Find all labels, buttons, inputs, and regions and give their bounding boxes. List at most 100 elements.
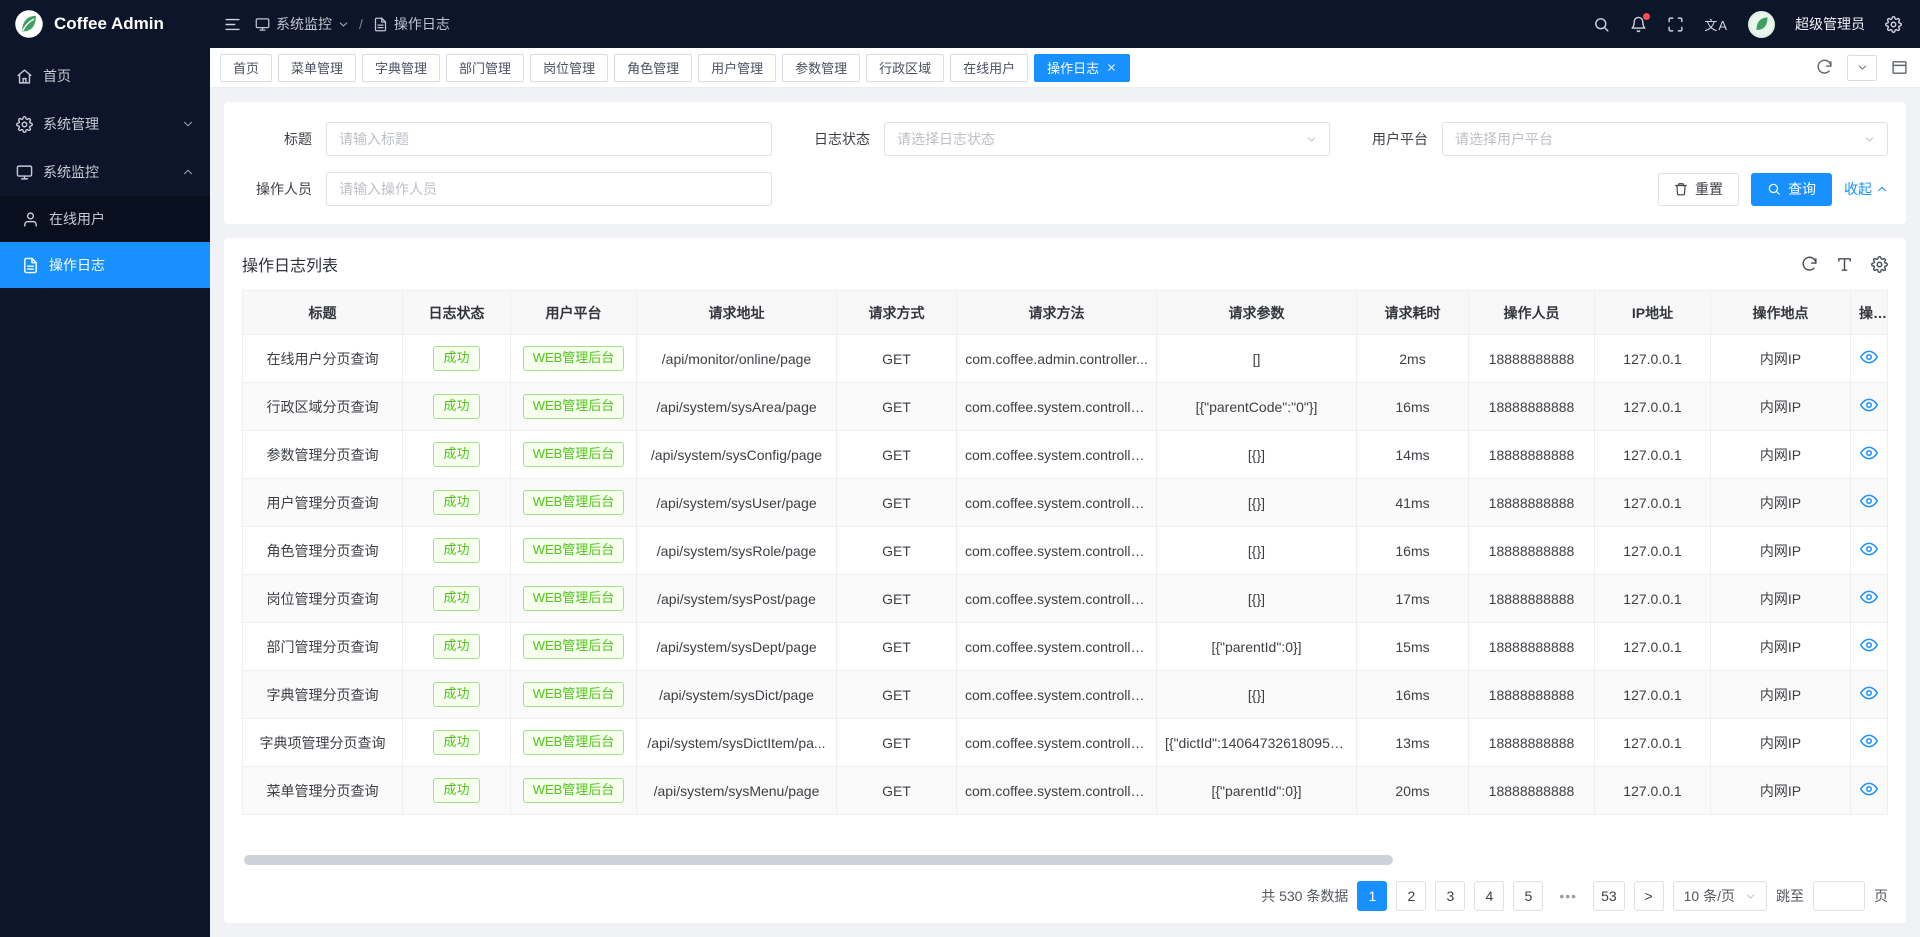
avatar[interactable] (1748, 11, 1775, 38)
refresh-tab-icon[interactable] (1816, 59, 1833, 76)
view-detail-icon[interactable] (1860, 444, 1878, 462)
cell-request-url: /api/system/sysPost/page (637, 575, 837, 623)
tab-area-manage[interactable]: 行政区域 (866, 54, 944, 82)
jump-page-input[interactable] (1813, 881, 1865, 911)
cell-title: 在线用户分页查询 (243, 335, 403, 383)
sidebar-item-system-manage[interactable]: 系统管理 (0, 100, 210, 148)
page-ellipsis: ••• (1552, 881, 1584, 911)
settings-gear-icon[interactable] (1885, 16, 1902, 33)
status-tag: 成功 (433, 682, 479, 706)
page-button-3[interactable]: 3 (1435, 881, 1465, 911)
cell-request-method: GET (837, 527, 957, 575)
cell-request-method: GET (837, 575, 957, 623)
table-row: 菜单管理分页查询成功WEB管理后台/api/system/sysMenu/pag… (243, 767, 1888, 815)
breadcrumb-item-operation-log[interactable]: 操作日志 (373, 14, 450, 34)
notifications-button[interactable] (1630, 16, 1647, 33)
sidebar-item-home[interactable]: 首页 (0, 52, 210, 100)
search-icon[interactable] (1593, 16, 1610, 33)
cell-request-params: [{}] (1157, 527, 1357, 575)
user-platform-select[interactable]: 请选择用户平台 (1442, 122, 1888, 156)
tab-user-manage[interactable]: 用户管理 (698, 54, 776, 82)
view-detail-icon[interactable] (1860, 396, 1878, 414)
collapse-filter-button[interactable]: 收起 (1844, 179, 1888, 199)
page-button-4[interactable]: 4 (1474, 881, 1504, 911)
search-button[interactable]: 查询 (1751, 173, 1832, 206)
page-button-5[interactable]: 5 (1513, 881, 1543, 911)
content-fullscreen-icon[interactable] (1891, 59, 1908, 76)
tab-dict-manage[interactable]: 字典管理 (362, 54, 440, 82)
app-logo[interactable]: Coffee Admin (0, 0, 210, 48)
page-size-select[interactable]: 10 条/页 (1673, 881, 1767, 911)
view-detail-icon[interactable] (1860, 780, 1878, 798)
content: 标题 日志状态 请选择日志状态 用户平台 请选择用户平台 (210, 88, 1920, 937)
view-detail-icon[interactable] (1860, 684, 1878, 702)
tab-dept-manage[interactable]: 部门管理 (446, 54, 524, 82)
breadcrumb-item-system-monitor[interactable]: 系统监控 (255, 14, 349, 34)
username[interactable]: 超级管理员 (1795, 14, 1865, 34)
chevron-down-icon (1745, 891, 1756, 902)
operator-input[interactable] (326, 172, 772, 206)
refresh-table-icon[interactable] (1801, 256, 1818, 273)
page-button-1[interactable]: 1 (1357, 881, 1387, 911)
collapse-sidebar-icon[interactable] (224, 16, 241, 33)
next-page-button[interactable]: > (1634, 881, 1664, 911)
sidebar-subitem-operation-log[interactable]: 操作日志 (0, 242, 210, 288)
density-icon[interactable] (1836, 256, 1853, 273)
view-detail-icon[interactable] (1860, 732, 1878, 750)
sidebar-item-system-monitor[interactable]: 系统监控 (0, 148, 210, 196)
view-detail-icon[interactable] (1860, 636, 1878, 654)
sidebar-subitem-online-user[interactable]: 在线用户 (0, 196, 210, 242)
reset-button[interactable]: 重置 (1658, 173, 1739, 206)
platform-tag: WEB管理后台 (523, 586, 625, 610)
cell-platform: WEB管理后台 (511, 671, 637, 719)
cell-action (1851, 719, 1888, 767)
cell-action (1851, 575, 1888, 623)
tab-home[interactable]: 首页 (220, 54, 272, 82)
document-icon (373, 17, 388, 32)
gear-icon (16, 116, 33, 133)
cell-duration: 41ms (1357, 479, 1469, 527)
cell-action (1851, 479, 1888, 527)
cell-status: 成功 (403, 575, 511, 623)
tab-menu-manage[interactable]: 菜单管理 (278, 54, 356, 82)
log-status-select[interactable]: 请选择日志状态 (884, 122, 1330, 156)
cell-request-params: [{}] (1157, 479, 1357, 527)
scrollbar-thumb[interactable] (244, 855, 1393, 865)
notification-badge (1643, 13, 1650, 20)
tab-config-manage[interactable]: 参数管理 (782, 54, 860, 82)
cell-duration: 17ms (1357, 575, 1469, 623)
platform-tag: WEB管理后台 (523, 346, 625, 370)
cell-ip: 127.0.0.1 (1595, 335, 1711, 383)
view-detail-icon[interactable] (1860, 540, 1878, 558)
table-row: 在线用户分页查询成功WEB管理后台/api/monitor/online/pag… (243, 335, 1888, 383)
table-row: 行政区域分页查询成功WEB管理后台/api/system/sysArea/pag… (243, 383, 1888, 431)
fullscreen-icon[interactable] (1667, 16, 1684, 33)
cell-location: 内网IP (1711, 623, 1851, 671)
column-header: IP地址 (1595, 291, 1711, 335)
operation-log-table: 标题日志状态用户平台请求地址请求方式请求方法请求参数请求耗时操作人员IP地址操作… (242, 290, 1888, 815)
tab-label: 参数管理 (795, 58, 847, 77)
view-detail-icon[interactable] (1860, 492, 1878, 510)
tab-operation-log[interactable]: 操作日志 (1034, 54, 1130, 82)
cell-operator: 18888888888 (1469, 431, 1595, 479)
cell-title: 岗位管理分页查询 (243, 575, 403, 623)
title-input[interactable] (326, 122, 772, 156)
column-settings-icon[interactable] (1871, 256, 1888, 273)
page-button-53[interactable]: 53 (1593, 881, 1625, 911)
cell-status: 成功 (403, 383, 511, 431)
table-row: 角色管理分页查询成功WEB管理后台/api/system/sysRole/pag… (243, 527, 1888, 575)
page-button-2[interactable]: 2 (1396, 881, 1426, 911)
tabbar-actions (1816, 55, 1908, 81)
tab-post-manage[interactable]: 岗位管理 (530, 54, 608, 82)
close-tab-icon[interactable] (1106, 62, 1117, 73)
cell-ip: 127.0.0.1 (1595, 479, 1711, 527)
view-detail-icon[interactable] (1860, 588, 1878, 606)
view-detail-icon[interactable] (1860, 348, 1878, 366)
tab-online-user[interactable]: 在线用户 (950, 54, 1028, 82)
horizontal-scrollbar[interactable] (244, 855, 1886, 865)
translate-icon[interactable]: 文A (1704, 15, 1728, 34)
tabs-dropdown-button[interactable] (1847, 55, 1877, 81)
search-button-label: 查询 (1788, 179, 1816, 199)
tab-role-manage[interactable]: 角色管理 (614, 54, 692, 82)
cell-operator: 18888888888 (1469, 575, 1595, 623)
